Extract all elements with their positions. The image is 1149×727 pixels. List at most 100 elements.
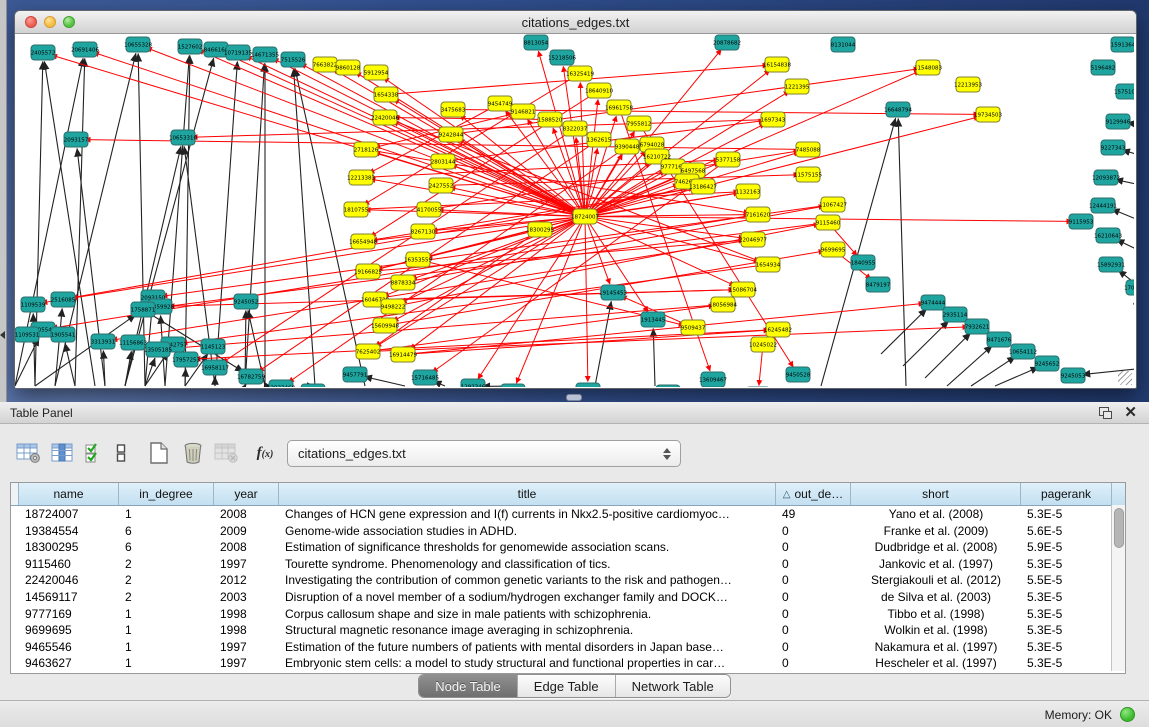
network-node[interactable]: 12093872 xyxy=(1092,170,1120,185)
network-node[interactable]: 1591364 xyxy=(1111,37,1134,52)
delete-table-button-disabled[interactable] xyxy=(210,436,244,470)
table-row[interactable]: 2242004622012Investigating the contribut… xyxy=(11,572,1125,589)
network-node[interactable]: 9509437 xyxy=(681,320,706,335)
network-node[interactable]: 22046977 xyxy=(739,232,767,247)
network-node[interactable]: 7932621 xyxy=(965,319,990,334)
network-node[interactable]: 9457791 xyxy=(343,367,368,382)
network-canvas[interactable]: 2405572206914061065532815276028466160107… xyxy=(15,34,1134,387)
network-node[interactable]: 2405572 xyxy=(31,45,56,60)
network-node[interactable]: 9860128 xyxy=(336,60,361,75)
network-node[interactable]: 15086704 xyxy=(729,282,757,297)
tab-node-table[interactable]: Node Table xyxy=(419,675,518,697)
network-node[interactable]: 1145123 xyxy=(201,339,226,354)
network-node[interactable]: 15751074 xyxy=(1114,84,1134,99)
network-node[interactable]: 19166825 xyxy=(354,264,382,279)
network-node[interactable]: 7955812 xyxy=(627,116,652,131)
network-node[interactable]: 1109531 xyxy=(15,327,39,342)
network-node[interactable]: 11575155 xyxy=(794,167,822,182)
network-node[interactable]: 1697343 xyxy=(761,112,786,127)
network-node[interactable]: 8322037 xyxy=(563,121,588,136)
network-node[interactable]: 5377158 xyxy=(716,152,741,167)
network-node[interactable]: 5912954 xyxy=(364,65,389,80)
network-node[interactable]: 16958117 xyxy=(201,360,229,375)
network-node[interactable]: 2803144 xyxy=(431,154,456,169)
network-node[interactable]: 9115460 xyxy=(816,215,841,230)
network-node[interactable]: 1588520 xyxy=(538,112,563,127)
network-node[interactable]: 18724007 xyxy=(571,209,599,224)
network-node[interactable]: 8878334 xyxy=(391,275,416,290)
network-node[interactable]: 9390448 xyxy=(615,139,640,154)
network-node[interactable]: 18056984 xyxy=(709,297,737,312)
network-node[interactable]: 3313931 xyxy=(91,334,116,349)
network-node[interactable]: 1292812 xyxy=(301,384,326,387)
network-node[interactable]: 8131044 xyxy=(831,37,856,52)
network-node[interactable]: 1905541 xyxy=(51,327,76,342)
network-node[interactable]: 16210643 xyxy=(1094,228,1122,243)
table-row[interactable]: 1830029562008Estimation of significance … xyxy=(11,539,1125,556)
network-node[interactable]: 12213383 xyxy=(347,170,375,185)
network-node[interactable]: 2718126 xyxy=(354,142,379,157)
network-node[interactable]: 1840955 xyxy=(851,255,876,270)
network-node[interactable]: 18640910 xyxy=(585,83,613,98)
network-node[interactable]: 16353559 xyxy=(404,252,432,267)
network-node[interactable]: 16648794 xyxy=(884,102,912,117)
network-node[interactable]: 9115953 xyxy=(1069,214,1094,229)
network-node[interactable]: 7485088 xyxy=(796,142,821,157)
network-node[interactable]: 17957253 xyxy=(172,352,200,367)
table-row[interactable]: 1938455462009Genome-wide association stu… xyxy=(11,523,1125,540)
network-node[interactable]: 7663822 xyxy=(313,57,338,72)
network-node[interactable]: 13609467 xyxy=(699,372,727,387)
select-rows-button[interactable] xyxy=(80,436,108,470)
zoom-window-button[interactable] xyxy=(63,16,75,28)
table-vertical-scrollbar[interactable] xyxy=(1111,505,1125,671)
column-header-title[interactable]: title xyxy=(279,483,776,505)
column-header-pagerank[interactable]: pagerank xyxy=(1021,483,1112,505)
network-node[interactable]: 15218506 xyxy=(548,50,576,65)
column-header-short[interactable]: short xyxy=(851,483,1021,505)
network-node[interactable]: 1758871 xyxy=(131,302,156,317)
network-node[interactable]: 15892931 xyxy=(1097,257,1125,272)
network-node[interactable]: 9508525 xyxy=(501,384,526,387)
network-node[interactable]: 10719135 xyxy=(224,45,252,60)
tab-network-table[interactable]: Network Table xyxy=(616,675,730,697)
network-node[interactable]: 9245652 xyxy=(1035,356,1060,371)
network-node[interactable]: 12213953 xyxy=(954,77,982,92)
float-panel-icon[interactable] xyxy=(1099,407,1112,419)
tab-edge-table[interactable]: Edge Table xyxy=(518,675,616,697)
network-node[interactable]: 13505185 xyxy=(144,342,172,357)
network-node[interactable]: 1292346 xyxy=(461,379,486,387)
minimize-window-button[interactable] xyxy=(44,16,56,28)
network-node[interactable]: 19145453 xyxy=(599,285,627,300)
network-view-window[interactable]: citations_edges.txt 24055722069140610655… xyxy=(14,10,1137,389)
row-height-button[interactable] xyxy=(108,436,134,470)
network-node[interactable]: 16914479 xyxy=(389,347,417,362)
column-header-year[interactable]: year xyxy=(214,483,279,505)
network-node[interactable]: 13186427 xyxy=(689,179,717,194)
network-node[interactable]: 7515526 xyxy=(281,52,306,67)
close-panel-icon[interactable]: ✕ xyxy=(1124,406,1137,420)
network-node[interactable]: 8813054 xyxy=(524,35,549,50)
network-node[interactable]: 1654934 xyxy=(756,257,781,272)
network-node[interactable]: 16154838 xyxy=(763,57,791,72)
network-node[interactable]: 10654112 xyxy=(1009,344,1037,359)
network-node[interactable]: 9129946 xyxy=(1106,114,1131,129)
network-node[interactable]: 9245053 xyxy=(1061,368,1086,383)
network-node[interactable]: 1362615 xyxy=(587,132,612,147)
network-node[interactable]: 9227343 xyxy=(1101,140,1126,155)
network-node[interactable]: 3475683 xyxy=(441,102,466,117)
network-node[interactable]: 1221395 xyxy=(785,79,810,94)
network-node[interactable]: 9146821 xyxy=(511,104,536,119)
network-node[interactable]: 1109539 xyxy=(21,297,46,312)
network-node[interactable]: 2935114 xyxy=(943,307,968,322)
network-node[interactable]: 15716485 xyxy=(411,370,439,385)
network-node[interactable]: 12444191 xyxy=(1089,198,1117,213)
network-node[interactable]: 16245482 xyxy=(764,322,792,337)
network-node[interactable]: 7161620 xyxy=(746,207,771,222)
network-node[interactable]: 10655328 xyxy=(124,37,152,52)
network-node[interactable]: 4170055 xyxy=(417,202,442,217)
network-node[interactable]: 16325419 xyxy=(566,66,594,81)
network-node[interactable]: 12923468 xyxy=(267,380,295,387)
network-node[interactable]: 17016504 xyxy=(1124,280,1134,295)
network-node[interactable]: 1132163 xyxy=(736,184,761,199)
network-node[interactable]: 1527602 xyxy=(178,39,203,54)
